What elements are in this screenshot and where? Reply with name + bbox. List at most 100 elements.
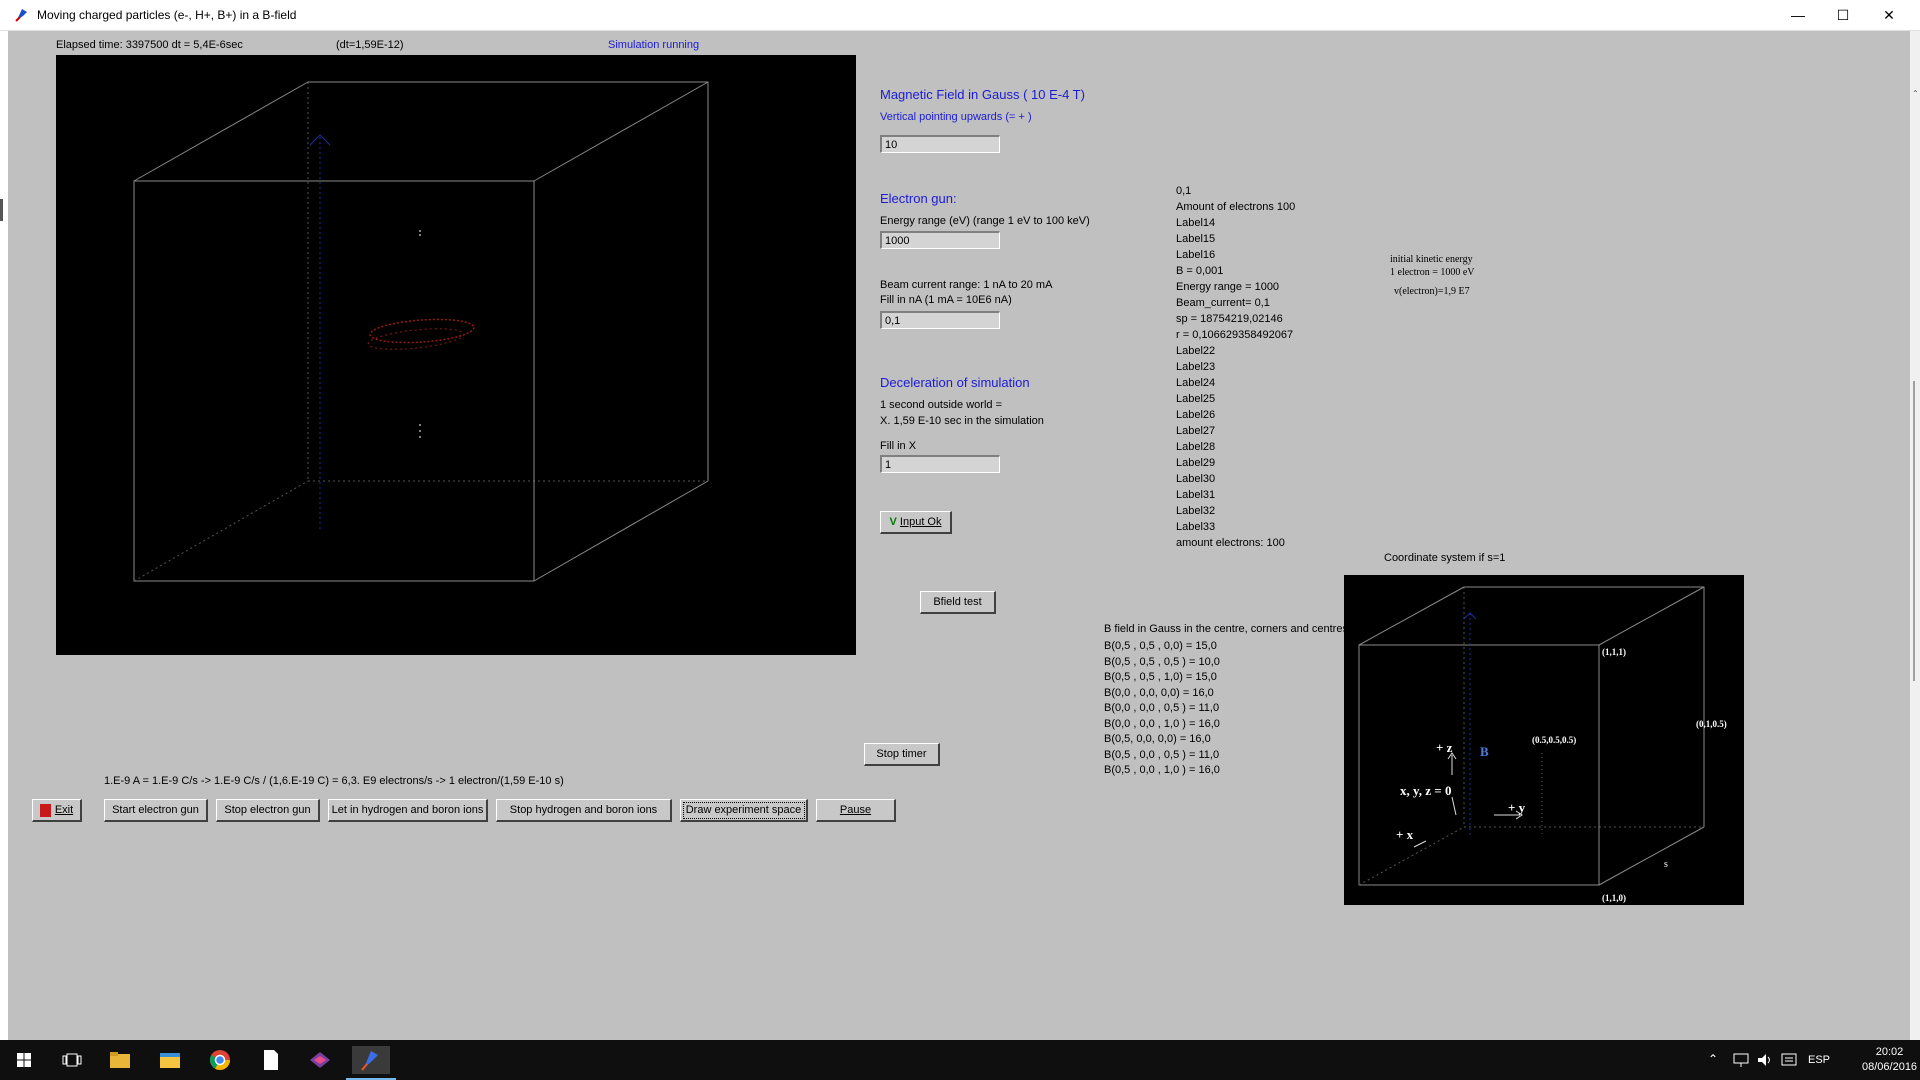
info-label: Label26 xyxy=(1176,409,1216,421)
magnetic-field-header: Magnetic Field in Gauss ( 10 E-4 T) xyxy=(880,87,1085,102)
clock-date: 08/06/2016 xyxy=(1862,1061,1918,1073)
pause-button[interactable]: Pause xyxy=(816,799,896,822)
info-label: Label32 xyxy=(1176,505,1216,517)
main-form: Elapsed time: 3397500 dt = 5,4E-6sec (dt… xyxy=(8,31,1912,1040)
bfield-row: B(0,5, 0,0, 0,0) = 16,0 xyxy=(1104,733,1211,745)
beam-current-unit-label: Fill in nA (1 mA = 10E6 nA) xyxy=(880,294,1012,306)
elapsed-time-label: Elapsed time: 3397500 dt = 5,4E-6sec xyxy=(56,39,243,51)
info-label: Label28 xyxy=(1176,441,1216,453)
bfield-row: B(0,0 , 0,0 , 1,0 ) = 16,0 xyxy=(1104,717,1220,730)
info-label: amount electrons: 100 xyxy=(1176,537,1285,549)
bfield-row: B(0,5 , 0,5 , 0,0) = 15,0 xyxy=(1104,640,1217,652)
bfield-row: B(0,5 , 0,5 , 0,5 ) = 10,0 xyxy=(1104,655,1220,668)
document-icon[interactable] xyxy=(256,1046,284,1074)
exit-label: Exit xyxy=(54,804,74,816)
kinetic-energy-value: 1 electron = 1000 eV xyxy=(1390,267,1475,278)
info-label: Label29 xyxy=(1176,457,1216,469)
clock[interactable]: 20:02 08/06/2016 xyxy=(1862,1045,1917,1075)
info-label: Label30 xyxy=(1176,473,1216,485)
info-label: Label24 xyxy=(1176,377,1216,389)
info-label: Label23 xyxy=(1176,361,1216,373)
bfield-row: B(0,5 , 0,0 , 1,0 ) = 16,0 xyxy=(1104,764,1220,776)
point-0105-label: (0,1,0.5) xyxy=(1696,719,1727,729)
experiment-canvas[interactable] xyxy=(56,55,856,655)
info-label: Label14 xyxy=(1176,217,1216,229)
window-title: Moving charged particles (e-, H+, B+) in… xyxy=(37,8,297,22)
energy-range-input[interactable]: 1000 xyxy=(880,231,1000,249)
energy-range-label: Energy range (eV) (range 1 eV to 100 keV… xyxy=(880,215,1090,227)
plus-z-label: + z xyxy=(1436,740,1453,755)
bfield-table-title: B field in Gauss in the centre, corners … xyxy=(1104,623,1344,635)
info-label: sp = 18754219,02146 xyxy=(1176,313,1283,325)
task-view-icon[interactable] xyxy=(58,1046,86,1074)
stop-electron-gun-button[interactable]: Stop electron gun xyxy=(216,799,320,822)
point-center-label: (0.5,0.5,0.5) xyxy=(1532,735,1577,745)
info-label: B = 0,001 xyxy=(1176,265,1224,277)
stop-timer-button[interactable]: Stop timer xyxy=(864,743,940,766)
exit-icon xyxy=(39,803,51,817)
window-left-edge xyxy=(0,31,8,1040)
b-field-label: B xyxy=(1480,744,1489,759)
check-icon: V xyxy=(889,516,897,528)
deceleration-header: Deceleration of simulation xyxy=(880,375,1030,390)
point-110-label: (1,1,0) xyxy=(1602,893,1626,903)
draw-experiment-space-button[interactable]: Draw experiment space xyxy=(680,799,808,822)
input-ok-button[interactable]: V Input Ok xyxy=(880,511,952,534)
simulation-status-label: Simulation running xyxy=(608,39,700,51)
s-label: s xyxy=(1664,859,1668,870)
stop-ions-button[interactable]: Stop hydrogen and boron ions xyxy=(496,799,672,822)
network-icon[interactable] xyxy=(1732,1052,1750,1068)
info-label: 0,1 xyxy=(1176,185,1192,197)
windows-start-icon[interactable] xyxy=(10,1046,38,1074)
maximize-button[interactable]: ☐ xyxy=(1820,0,1866,30)
kinetic-energy-title: initial kinetic energy xyxy=(1390,254,1473,265)
point-111-label: (1,1,1) xyxy=(1602,647,1626,657)
bfield-test-button[interactable]: Bfield test xyxy=(920,591,996,614)
let-in-ions-button[interactable]: Let in hydrogen and boron ions xyxy=(328,799,488,822)
bfield-row: B(0,5 , 0,0 , 0,5 ) = 11,0 xyxy=(1104,748,1220,761)
bfield-row: B(0,5 , 0,5 , 1,0) = 15,0 xyxy=(1104,671,1217,683)
magnetic-field-direction-label: Vertical pointing upwards (= + ) xyxy=(880,111,1032,123)
deceleration-line2: X. 1,59 E-10 sec in the simulation xyxy=(880,415,1044,427)
clock-time: 20:02 xyxy=(1875,1046,1904,1058)
simulation-app-icon xyxy=(361,1051,378,1071)
show-hidden-icons-chevron-icon[interactable]: ⌃ xyxy=(1708,1052,1718,1066)
book-app-icon[interactable] xyxy=(306,1046,334,1074)
exit-button[interactable]: Exit xyxy=(32,799,82,822)
electron-gun-header: Electron gun: xyxy=(880,191,957,206)
info-label: r = 0,106629358492067 xyxy=(1176,329,1294,341)
minimize-button[interactable]: — xyxy=(1775,0,1821,30)
coordinate-system-canvas: (1,1,1) (0,1,0.5) (0.5,0.5,0.5) (1,1,0) … xyxy=(1344,575,1744,905)
dt-label: (dt=1,59E-12) xyxy=(336,39,404,51)
window-right-edge: ⌃ xyxy=(1910,31,1920,1040)
close-button[interactable]: ✕ xyxy=(1866,0,1912,30)
input-ok-label: Input Ok xyxy=(899,516,942,528)
chrome-icon[interactable] xyxy=(206,1046,234,1074)
electron-velocity-label: v(electron)=1,9 E7 xyxy=(1394,286,1470,297)
volume-icon[interactable] xyxy=(1756,1052,1774,1068)
bfield-row: B(0,0 , 0,0 , 0,5 ) = 11,0 xyxy=(1104,702,1220,714)
info-label: Amount of electrons 100 xyxy=(1176,201,1296,213)
magnetic-field-input[interactable]: 10 xyxy=(880,135,1000,153)
app-icon xyxy=(15,9,27,22)
deceleration-input[interactable]: 1 xyxy=(880,455,1000,473)
info-label: Label27 xyxy=(1176,425,1216,437)
input-language[interactable]: ESP xyxy=(1808,1054,1830,1066)
simulation-app-taskbar-item[interactable] xyxy=(346,1046,396,1080)
beam-current-input[interactable]: 0,1 xyxy=(880,311,1000,329)
deceleration-line1: 1 second outside world = xyxy=(880,399,1002,411)
notifications-icon[interactable] xyxy=(1780,1052,1798,1068)
info-label: Beam_current= 0,1 xyxy=(1176,297,1270,309)
scroll-arrow-icon: ⌃ xyxy=(1912,89,1919,98)
bfield-row: B(0,0 , 0,0, 0,0) = 16,0 xyxy=(1104,686,1214,699)
taskbar: ⌃ ESP 20:02 08/06/2016 xyxy=(0,1040,1920,1080)
pause-label: Pause xyxy=(839,804,872,816)
info-label: Label16 xyxy=(1176,249,1216,261)
folder-icon[interactable] xyxy=(106,1046,134,1074)
plus-x-label: + x xyxy=(1396,827,1414,842)
coordinate-system-title: Coordinate system if s=1 xyxy=(1384,552,1506,564)
info-label: Label31 xyxy=(1176,489,1216,501)
file-explorer-icon[interactable] xyxy=(156,1046,184,1074)
start-electron-gun-button[interactable]: Start electron gun xyxy=(104,799,208,822)
kinetic-energy-box: initial kinetic energy 1 electron = 1000… xyxy=(1390,253,1475,298)
